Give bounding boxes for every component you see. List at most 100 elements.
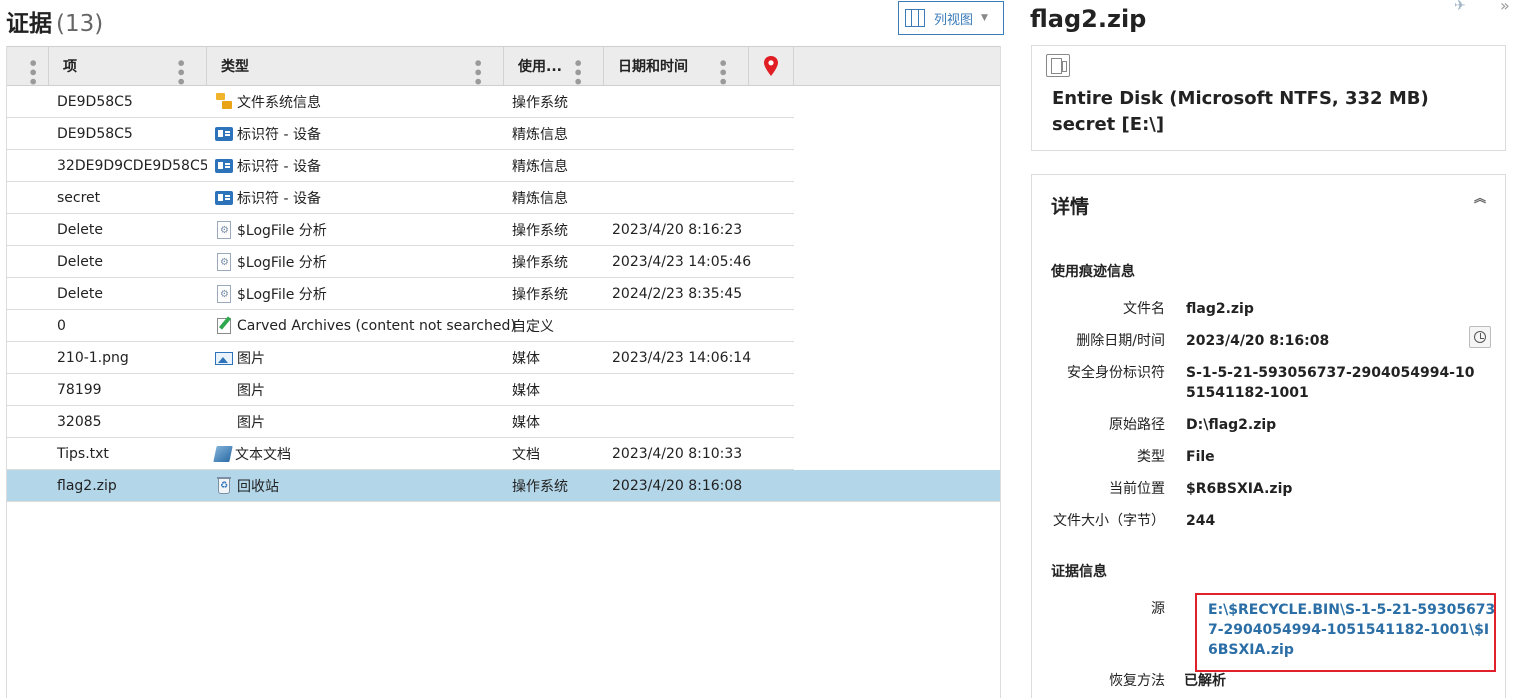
column-header-label: 项 xyxy=(63,59,77,75)
field-original-path: 原始路径 D:\flag2.zip xyxy=(1032,415,1507,435)
column-view-button[interactable]: 列视图 ▼ xyxy=(898,1,1004,35)
column-header-datetime[interactable]: 日期和时间 ••• xyxy=(604,47,749,86)
table-row[interactable]: Delete $LogFile 分析 操作系统 2023/4/20 8:16:23 xyxy=(7,214,794,246)
cell-item: secret xyxy=(57,189,101,206)
folder-tree-icon xyxy=(215,93,233,110)
grid-body: DE9D58C5 文件系统信息 操作系统 DE9D58C5 标识符 - 设备 精炼信息 32… xyxy=(7,86,1000,502)
table-row[interactable]: Delete $LogFile 分析 操作系统 2024/2/23 8:35:45 xyxy=(7,278,794,310)
table-row[interactable]: 78199 图片 媒体 xyxy=(7,374,794,406)
cell-type: $LogFile 分析 xyxy=(207,284,504,304)
cell-item: 78199 xyxy=(57,381,102,398)
id-card-icon xyxy=(215,127,233,141)
column-header-item[interactable]: 项 ••• xyxy=(49,47,207,86)
cell-item: 0 xyxy=(57,317,66,334)
field-label: 文件名 xyxy=(1123,301,1165,317)
cell-type: Carved Archives (content not searched) xyxy=(207,317,516,334)
source-path-link[interactable]: E:\$RECYCLE.BIN\S-1-5-21-593056737-29040… xyxy=(1208,600,1498,660)
field-value: flag2.zip xyxy=(1186,301,1254,317)
table-row[interactable]: 32DE9D9CDE9D58C5 标识符 - 设备 精炼信息 xyxy=(7,150,794,182)
field-value: S-1-5-21-593056737-2904054994-1051541182… xyxy=(1186,365,1475,401)
kebab-menu-icon[interactable]: ••• xyxy=(713,58,732,86)
cell-usage: 操作系统 xyxy=(512,94,568,111)
kebab-menu-icon[interactable]: ••• xyxy=(171,58,190,86)
field-value: $R6BSXIA.zip xyxy=(1186,481,1293,497)
evidence-grid: ••• 项 ••• 类型 ••• 使用... ••• 日期和时间 ••• DE9… xyxy=(6,46,1001,698)
table-row[interactable]: 210-1.png 图片 媒体 2023/4/23 14:06:14 xyxy=(7,342,794,374)
table-row[interactable]: 0 Carved Archives (content not searched) 自… xyxy=(7,310,794,342)
usage-section-heading: 使用痕迹信息 xyxy=(1051,264,1135,280)
kebab-menu-icon[interactable]: ••• xyxy=(23,58,42,86)
cell-type-label: $LogFile 分析 xyxy=(237,286,327,303)
cell-type: $LogFile 分析 xyxy=(207,220,504,240)
column-header-location[interactable] xyxy=(749,47,794,85)
evidence-title-text: 证据 xyxy=(6,11,52,37)
field-label: 恢复方法 xyxy=(1109,673,1165,689)
id-card-icon xyxy=(215,191,233,205)
cell-type-label: 图片 xyxy=(237,350,265,367)
source-description: Entire Disk (Microsoft NTFS, 332 MB) sec… xyxy=(1052,88,1429,135)
collapse-section-icon[interactable]: ︽ xyxy=(1474,192,1486,204)
detail-title: flag2.zip xyxy=(1030,5,1147,33)
pin-icon[interactable]: ✈ xyxy=(1454,0,1466,14)
cell-usage: 媒体 xyxy=(512,350,540,367)
cell-usage: 自定义 xyxy=(512,318,554,335)
column-view-label: 列视图 xyxy=(934,12,974,28)
cell-usage: 操作系统 xyxy=(512,478,568,495)
cell-type-label: $LogFile 分析 xyxy=(237,254,327,271)
cell-item: DE9D58C5 xyxy=(57,93,133,110)
cell-datetime: 2023/4/23 14:06:14 xyxy=(612,349,752,366)
field-label: 删除日期/时间 xyxy=(1076,333,1165,349)
field-label: 当前位置 xyxy=(1109,481,1165,497)
field-deleted-datetime: 删除日期/时间 2023/4/20 8:16:08 xyxy=(1032,331,1507,351)
cell-type-label: 回收站 xyxy=(237,478,279,495)
cell-item: Tips.txt xyxy=(57,445,109,462)
field-sid: 安全身份标识符 S-1-5-21-593056737-2904054994-10… xyxy=(1032,363,1507,403)
field-label: 类型 xyxy=(1137,449,1165,465)
cell-type-label: 图片 xyxy=(237,382,265,399)
column-header-type[interactable]: 类型 ••• xyxy=(207,47,504,86)
cell-item: 32085 xyxy=(57,413,102,430)
field-recovery-method: 恢复方法 已解析 xyxy=(1032,671,1507,691)
kebab-menu-icon[interactable]: ••• xyxy=(468,58,487,86)
source-highlight-box: E:\$RECYCLE.BIN\S-1-5-21-593056737-29040… xyxy=(1195,593,1496,672)
column-header-label: 日期和时间 xyxy=(618,59,688,75)
cell-item: Delete xyxy=(57,253,103,270)
table-row[interactable]: DE9D58C5 标识符 - 设备 精炼信息 xyxy=(7,118,794,150)
collapse-pane-icon[interactable]: » xyxy=(1500,0,1510,15)
source-card: Entire Disk (Microsoft NTFS, 332 MB) sec… xyxy=(1031,45,1506,151)
kebab-menu-icon[interactable]: ••• xyxy=(568,58,587,86)
field-value: D:\flag2.zip xyxy=(1186,417,1277,433)
table-row[interactable]: Delete $LogFile 分析 操作系统 2023/4/23 14:05:46 xyxy=(7,246,794,278)
field-label: 文件大小（字节） xyxy=(1053,513,1165,529)
id-card-icon xyxy=(215,159,233,173)
details-heading: 详情 xyxy=(1051,196,1090,218)
cell-datetime: 2024/2/23 8:35:45 xyxy=(612,285,743,302)
cell-type-label: 图片 xyxy=(237,414,265,431)
cell-usage: 文档 xyxy=(512,446,540,463)
cell-type: 标识符 - 设备 xyxy=(207,156,504,176)
cell-type: 文件系统信息 xyxy=(207,92,504,112)
cell-type-label: 标识符 - 设备 xyxy=(237,190,321,207)
table-row[interactable]: 32085 图片 媒体 xyxy=(7,406,794,438)
table-row[interactable]: flag2.zip 回收站 操作系统 2023/4/20 8:16:08 xyxy=(7,470,1000,502)
cell-type: 标识符 - 设备 xyxy=(207,188,504,208)
cell-datetime: 2023/4/20 8:16:08 xyxy=(612,477,743,494)
field-current-location: 当前位置 $R6BSXIA.zip xyxy=(1032,479,1507,499)
cell-item: 32DE9D9CDE9D58C5 xyxy=(57,157,207,174)
text-document-icon xyxy=(213,445,233,462)
row-options-column[interactable]: ••• xyxy=(7,47,49,86)
cell-type: 图片 xyxy=(207,380,504,400)
table-row[interactable]: Tips.txt 文本文档 文档 2023/4/20 8:10:33 xyxy=(7,438,794,470)
details-card: 详情 ︽ 使用痕迹信息 文件名 flag2.zip 删除日期/时间 2023/4… xyxy=(1031,174,1506,698)
table-row[interactable]: secret 标识符 - 设备 精炼信息 xyxy=(7,182,794,214)
cell-item: Delete xyxy=(57,285,103,302)
clock-icon[interactable] xyxy=(1469,326,1491,348)
field-type: 类型 File xyxy=(1032,447,1507,467)
grid-header: ••• 项 ••• 类型 ••• 使用... ••• 日期和时间 ••• xyxy=(7,46,1000,86)
cell-type: 回收站 xyxy=(207,476,504,496)
cell-usage: 媒体 xyxy=(512,414,540,431)
chevron-down-icon[interactable]: ▼ xyxy=(981,13,988,23)
field-value: 2023/4/20 8:16:08 xyxy=(1186,333,1330,349)
column-header-usage[interactable]: 使用... ••• xyxy=(504,47,604,86)
table-row[interactable]: DE9D58C5 文件系统信息 操作系统 xyxy=(7,86,794,118)
